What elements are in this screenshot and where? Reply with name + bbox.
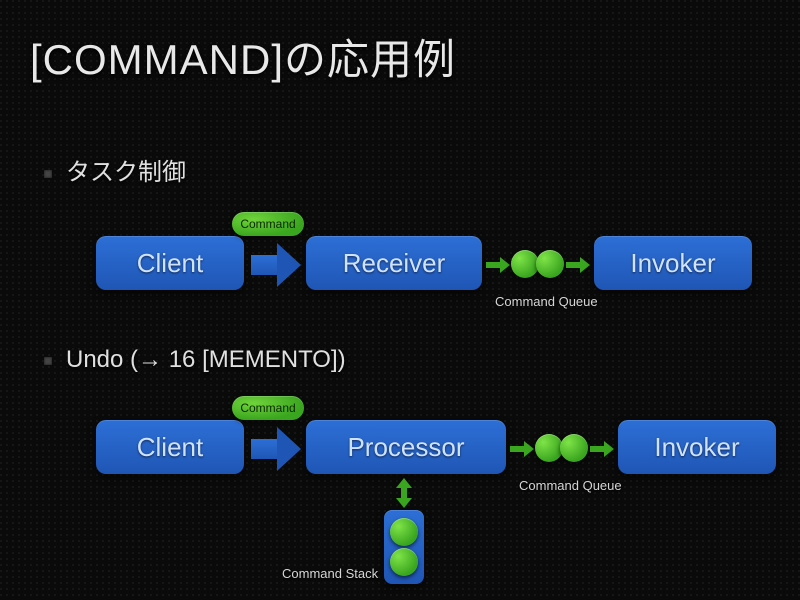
- queue-dot-2a: [535, 434, 563, 462]
- pill-command-2: Command: [232, 396, 304, 420]
- box-receiver: Receiver: [306, 236, 482, 290]
- box-client-1: Client: [96, 236, 244, 290]
- slide-title: [COMMAND]の応用例: [30, 26, 456, 87]
- box-client-2: Client: [96, 420, 244, 474]
- pill-command-1: Command: [232, 212, 304, 236]
- arrow-client-to-receiver: [251, 243, 301, 287]
- box-invoker-1: Invoker: [594, 236, 752, 290]
- label-command-queue-1: Command Queue: [495, 294, 598, 309]
- label-command-stack: Command Stack: [282, 566, 378, 581]
- arrow-processor-to-queue: [510, 441, 534, 457]
- arrow-queue-to-invoker-1: [566, 257, 590, 273]
- stack-dot-b: [390, 548, 418, 576]
- stack-dot-a: [390, 518, 418, 546]
- bullet-undo: Undo (→ 16 [MEMENTO]): [44, 346, 346, 374]
- arrow-processor-stack: [396, 478, 412, 508]
- queue-dot-1b: [536, 250, 564, 278]
- arrow-client-to-processor: [251, 427, 301, 471]
- queue-dot-1a: [511, 250, 539, 278]
- queue-dot-2b: [560, 434, 588, 462]
- label-command-queue-2: Command Queue: [519, 478, 622, 493]
- box-invoker-2: Invoker: [618, 420, 776, 474]
- arrow-receiver-to-queue: [486, 257, 510, 273]
- bullet-task-control: タスク制御: [44, 152, 186, 187]
- arrow-queue-to-invoker-2: [590, 441, 614, 457]
- box-processor: Processor: [306, 420, 506, 474]
